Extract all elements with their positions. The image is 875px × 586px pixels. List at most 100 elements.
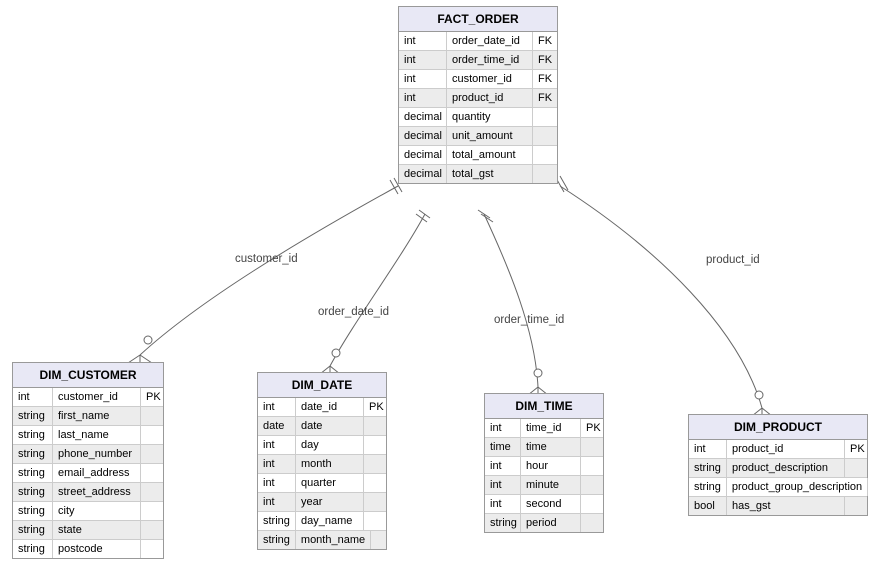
col-name: order_time_id — [447, 51, 533, 69]
col-name: email_address — [53, 464, 141, 482]
col-key — [364, 512, 386, 530]
col-name: city — [53, 502, 141, 520]
col-key: PK — [581, 419, 603, 437]
table-row: stringproduct_group_description — [689, 478, 867, 497]
col-name: phone_number — [53, 445, 141, 463]
col-key — [581, 476, 603, 494]
col-type: int — [399, 51, 447, 69]
col-type: string — [13, 483, 53, 501]
entity-dim-time: DIM_TIMEinttime_idPKtimetimeinthourintmi… — [484, 393, 604, 533]
col-type: decimal — [399, 146, 447, 164]
col-name: first_name — [53, 407, 141, 425]
col-type: string — [13, 426, 53, 444]
col-name: product_id — [447, 89, 533, 107]
col-type: decimal — [399, 127, 447, 145]
table-row: intdate_idPK — [258, 398, 386, 417]
entity-rows: intorder_date_idFKintorder_time_idFKintc… — [399, 32, 557, 183]
col-key — [141, 464, 163, 482]
col-type: int — [258, 436, 296, 454]
col-key — [581, 514, 603, 532]
table-row: intorder_time_idFK — [399, 51, 557, 70]
col-name: total_gst — [447, 165, 533, 183]
col-type: int — [258, 455, 296, 473]
entity-title: DIM_CUSTOMER — [13, 363, 163, 388]
col-name: time — [521, 438, 581, 456]
table-row: intcustomer_idPK — [13, 388, 163, 407]
col-name: total_amount — [447, 146, 533, 164]
entity-title: FACT_ORDER — [399, 7, 557, 32]
col-type: int — [399, 70, 447, 88]
table-row: intminute — [485, 476, 603, 495]
col-type: decimal — [399, 165, 447, 183]
col-key — [533, 146, 557, 164]
col-type: int — [13, 388, 53, 406]
col-type: bool — [689, 497, 727, 515]
table-row: intmonth — [258, 455, 386, 474]
table-row: stringemail_address — [13, 464, 163, 483]
col-name: product_description — [727, 459, 845, 477]
col-name: quantity — [447, 108, 533, 126]
col-type: int — [485, 419, 521, 437]
col-name: date — [296, 417, 364, 435]
col-key: PK — [845, 440, 867, 458]
col-type: string — [485, 514, 521, 532]
table-row: stringperiod — [485, 514, 603, 532]
col-name: customer_id — [53, 388, 141, 406]
col-type: string — [13, 540, 53, 558]
col-type: string — [13, 502, 53, 520]
col-key — [364, 417, 386, 435]
col-name: last_name — [53, 426, 141, 444]
table-row: inttime_idPK — [485, 419, 603, 438]
col-type: int — [399, 89, 447, 107]
col-name: street_address — [53, 483, 141, 501]
relationship-label: order_date_id — [318, 306, 389, 318]
entity-title: DIM_DATE — [258, 373, 386, 398]
col-key — [581, 457, 603, 475]
col-name: day_name — [296, 512, 364, 530]
table-row: intday — [258, 436, 386, 455]
table-row: decimaltotal_amount — [399, 146, 557, 165]
col-type: int — [258, 474, 296, 492]
col-type: int — [485, 476, 521, 494]
col-key — [581, 438, 603, 456]
col-name: month — [296, 455, 364, 473]
col-type: string — [13, 445, 53, 463]
entity-title: DIM_TIME — [485, 394, 603, 419]
col-name: order_date_id — [447, 32, 533, 50]
table-row: stringstreet_address — [13, 483, 163, 502]
col-type: int — [485, 495, 521, 513]
col-name: state — [53, 521, 141, 539]
entity-dim-customer: DIM_CUSTOMERintcustomer_idPKstringfirst_… — [12, 362, 164, 559]
col-name: time_id — [521, 419, 581, 437]
table-row: datedate — [258, 417, 386, 436]
col-key — [141, 445, 163, 463]
col-type: string — [13, 464, 53, 482]
col-key — [141, 426, 163, 444]
col-key — [868, 478, 875, 496]
table-row: intquarter — [258, 474, 386, 493]
table-row: inthour — [485, 457, 603, 476]
col-name: quarter — [296, 474, 364, 492]
col-key — [141, 521, 163, 539]
col-key — [845, 459, 867, 477]
relationship-label: customer_id — [235, 253, 298, 265]
table-row: decimalquantity — [399, 108, 557, 127]
entity-rows: intcustomer_idPKstringfirst_namestringla… — [13, 388, 163, 558]
col-key — [141, 483, 163, 501]
table-row: stringmonth_name — [258, 531, 386, 549]
table-row: stringproduct_description — [689, 459, 867, 478]
col-key — [533, 108, 557, 126]
col-key — [533, 165, 557, 183]
col-key — [581, 495, 603, 513]
relationship-label: order_time_id — [494, 314, 564, 326]
col-name: product_group_description — [727, 478, 868, 496]
col-name: postcode — [53, 540, 141, 558]
col-type: int — [689, 440, 727, 458]
col-key: FK — [533, 32, 557, 50]
table-row: intcustomer_idFK — [399, 70, 557, 89]
table-row: intorder_date_idFK — [399, 32, 557, 51]
col-key — [141, 540, 163, 558]
col-key: FK — [533, 89, 557, 107]
col-name: period — [521, 514, 581, 532]
col-name: has_gst — [727, 497, 845, 515]
